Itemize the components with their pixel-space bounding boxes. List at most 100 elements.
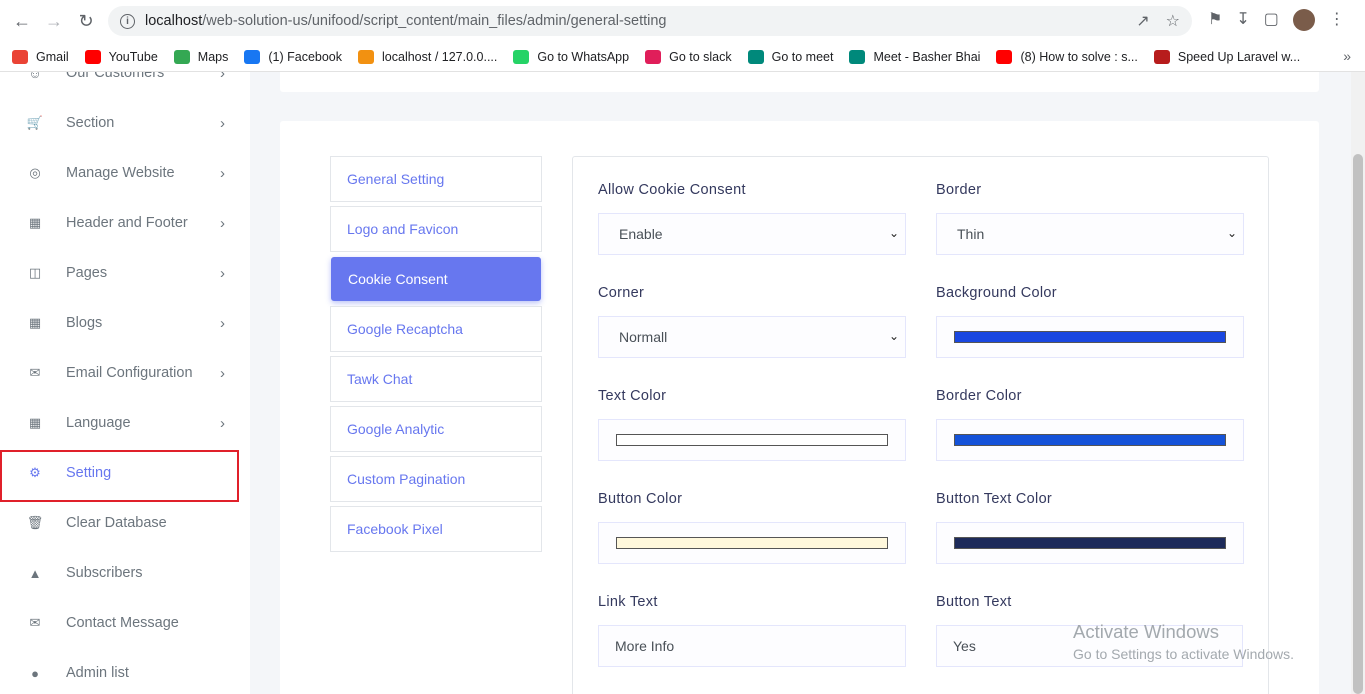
forward-icon[interactable]: → <box>38 5 70 37</box>
fire-icon: ▲ <box>28 565 42 581</box>
sidebar-item-label: Our Customers <box>66 72 165 81</box>
bookmark-label: Meet - Basher Bhai <box>873 49 981 64</box>
url-path: /web-solution-us/unifood/script_content/… <box>202 13 667 29</box>
chevron-right-icon: › <box>220 72 225 82</box>
bookmark-item[interactable]: Go to meet <box>747 49 833 64</box>
chevron-down-icon: ⌄ <box>888 226 899 240</box>
user-icon: ● <box>31 665 39 681</box>
chevron-right-icon: › <box>220 114 225 132</box>
sidebar-item-our-customers[interactable]: ☺ Our Customers › <box>0 72 250 98</box>
bookmarks-overflow-icon[interactable]: » <box>1343 48 1351 64</box>
border-select[interactable]: Thin ⌄ <box>936 213 1244 255</box>
tab-logo-and-favicon[interactable]: Logo and Favicon <box>330 206 542 252</box>
bookmark-label: Go to WhatsApp <box>537 49 630 64</box>
bookmark-item[interactable]: Go to WhatsApp <box>513 49 630 64</box>
address-bar[interactable]: i localhost/web-solution-us/unifood/scri… <box>108 6 1192 36</box>
bookmark-label: (1) Facebook <box>268 49 343 64</box>
bookmark-item[interactable]: Meet - Basher Bhai <box>849 49 981 64</box>
grid-icon: ▦ <box>28 315 42 330</box>
scrollbar-thumb[interactable] <box>1353 154 1363 694</box>
sidebar-item-label: Clear Database <box>66 515 167 531</box>
sidebar-item-language[interactable]: ▦ Language › <box>0 398 250 448</box>
sidebar-item-manage-website[interactable]: ◎ Manage Website › <box>0 148 250 198</box>
grid-icon: ▦ <box>28 215 42 230</box>
sidebar-item-blogs[interactable]: ▦ Blogs › <box>0 298 250 348</box>
sidebar-item-clear-database[interactable]: 🗑 Clear Database <box>0 498 250 548</box>
tab-facebook-pixel[interactable]: Facebook Pixel <box>330 506 542 552</box>
users-icon: ☺ <box>28 72 42 81</box>
reload-icon[interactable]: ↻ <box>70 5 102 37</box>
button-text-color-label: Button Text Color <box>936 491 1053 507</box>
menu-dots-icon[interactable]: ⋮ <box>1329 9 1345 31</box>
back-icon[interactable]: ← <box>6 5 38 37</box>
sidebar-item-email-configuration[interactable]: ✉ Email Configuration › <box>0 348 250 398</box>
allow-cookie-consent-value: Enable <box>619 226 663 242</box>
sidebar-item-contact-message[interactable]: ✉ Contact Message <box>0 598 250 648</box>
chevron-right-icon: › <box>220 164 225 182</box>
bookmark-label: Gmail <box>36 49 69 64</box>
download-icon[interactable]: ↧ <box>1236 9 1249 31</box>
bookmark-item[interactable]: Go to slack <box>645 49 732 64</box>
bookmark-label: localhost / 127.0.0.... <box>382 49 498 64</box>
background-color-input[interactable] <box>936 316 1244 358</box>
bookmark-item[interactable]: Maps <box>173 49 228 64</box>
page-scrollbar[interactable] <box>1351 72 1365 694</box>
bookmark-label: YouTube <box>108 49 158 64</box>
profile-avatar[interactable] <box>1292 9 1315 31</box>
sidebar-item-pages[interactable]: ◫ Pages › <box>0 248 250 298</box>
bookmark-favicon-icon <box>747 49 764 64</box>
info-icon[interactable]: i <box>120 13 135 29</box>
share-icon[interactable]: ↗ <box>1136 11 1149 31</box>
sidebar-item-label: Admin list <box>66 665 129 681</box>
columns-icon: ◫ <box>28 265 42 280</box>
corner-select[interactable]: Normall ⌄ <box>598 316 906 358</box>
bookmark-item[interactable]: Speed Up Laravel w... <box>1153 49 1301 64</box>
sidebar-item-label: Header and Footer <box>66 215 188 231</box>
tab-general-setting[interactable]: General Setting <box>330 156 542 202</box>
grid-icon: ▦ <box>28 415 42 430</box>
border-color-input[interactable] <box>936 419 1244 461</box>
chevron-right-icon: › <box>220 414 225 432</box>
button-text-color-input[interactable] <box>936 522 1244 564</box>
text-color-label: Text Color <box>598 388 667 404</box>
allow-cookie-consent-select[interactable]: Enable ⌄ <box>598 213 906 255</box>
bookmark-favicon-icon <box>84 49 101 64</box>
border-color-label: Border Color <box>936 388 1022 404</box>
link-text-input[interactable]: More Info <box>598 625 906 667</box>
tab-cookie-consent[interactable]: Cookie Consent <box>331 257 541 301</box>
sidebar-item-label: Subscribers <box>66 565 143 581</box>
side-panel-icon[interactable]: ▢ <box>1264 9 1279 31</box>
sidebar-item-subscribers[interactable]: ▲ Subscribers <box>0 548 250 598</box>
tab-tawk-chat[interactable]: Tawk Chat <box>330 356 542 402</box>
extensions-icon[interactable]: ⚑ <box>1208 9 1222 31</box>
activate-windows-watermark: Activate Windows Go to Settings to activ… <box>1073 621 1294 662</box>
background-color-label: Background Color <box>936 285 1057 301</box>
sidebar-item-section[interactable]: 🛒 Section › <box>0 98 250 148</box>
tab-custom-pagination[interactable]: Custom Pagination <box>330 456 542 502</box>
bookmark-favicon-icon <box>244 49 261 64</box>
bookmark-item[interactable]: (1) Facebook <box>244 49 343 64</box>
button-text-color-swatch <box>954 537 1226 549</box>
bookmark-favicon-icon <box>996 49 1013 64</box>
sidebar-item-label: Pages <box>66 265 108 281</box>
text-color-input[interactable] <box>598 419 906 461</box>
sidebar-item-admin-list[interactable]: ● Admin list <box>0 648 250 694</box>
button-color-input[interactable] <box>598 522 906 564</box>
bookmark-favicon-icon <box>358 49 375 64</box>
admin-sidebar: ☺ Our Customers › 🛒 Section › ◎ Manage Website ›… <box>0 72 250 694</box>
button-text-value: Yes <box>953 638 976 654</box>
watermark-subtitle: Go to Settings to activate Windows. <box>1073 646 1294 662</box>
bookmark-item[interactable]: YouTube <box>84 49 158 64</box>
bookmark-item[interactable]: localhost / 127.0.0.... <box>358 49 498 64</box>
bookmark-star-icon[interactable]: ☆ <box>1166 11 1180 31</box>
bookmark-item[interactable]: Gmail <box>12 49 69 64</box>
bookmark-item[interactable]: (8) How to solve : s... <box>996 49 1138 64</box>
sidebar-item-header-and-footer[interactable]: ▦ Header and Footer › <box>0 198 250 248</box>
tab-google-analytic[interactable]: Google Analytic <box>330 406 542 452</box>
chevron-right-icon: › <box>220 214 225 232</box>
bookmark-favicon-icon <box>1153 49 1170 64</box>
tab-google-recaptcha[interactable]: Google Recaptcha <box>330 306 542 352</box>
chevron-down-icon: ⌄ <box>888 329 899 343</box>
bookmark-label: Speed Up Laravel w... <box>1177 49 1301 64</box>
bookmark-label: (8) How to solve : s... <box>1020 49 1138 64</box>
